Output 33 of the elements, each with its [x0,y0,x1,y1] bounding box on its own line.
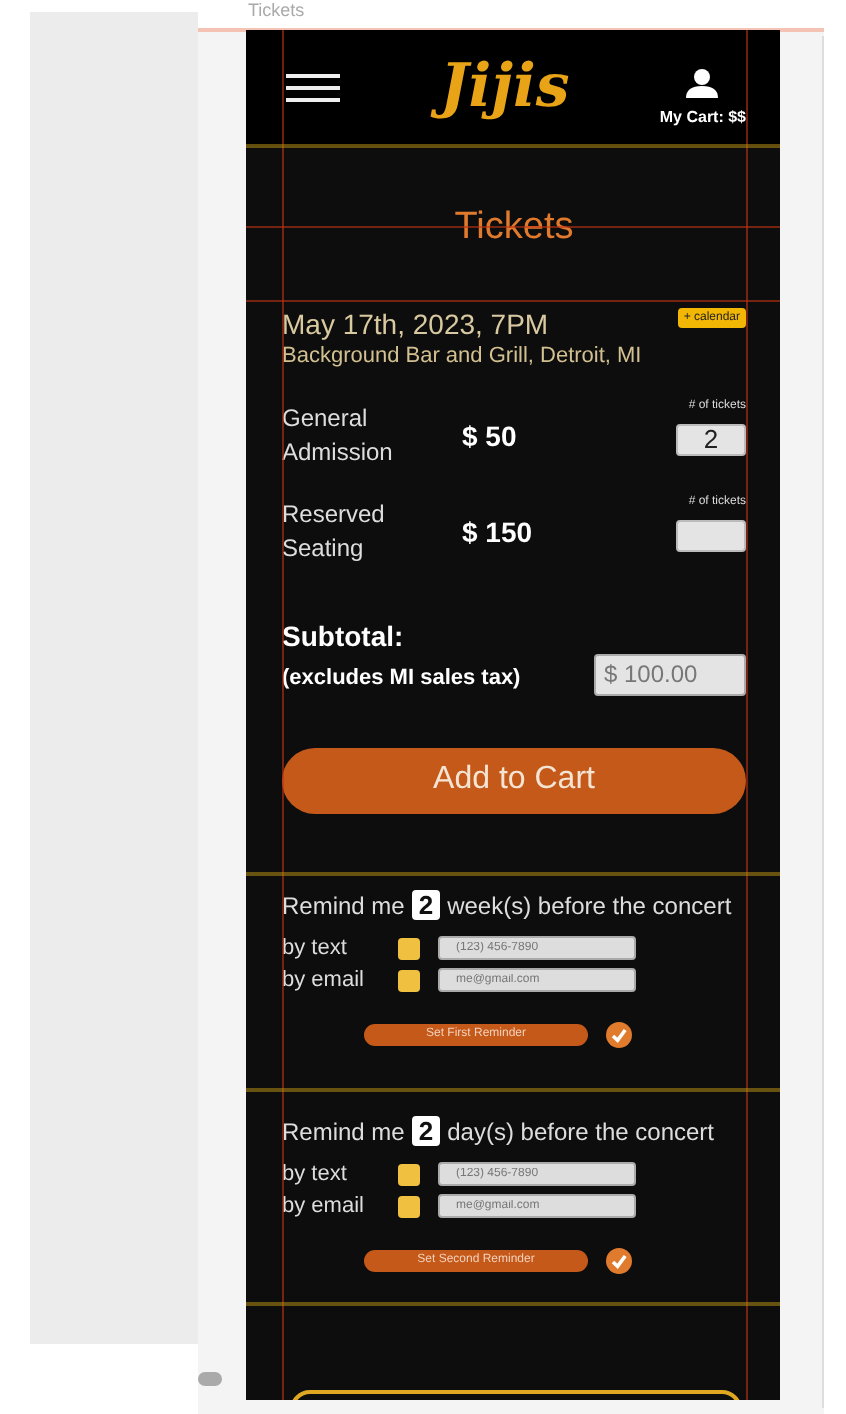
channel-label: by text [282,933,349,963]
channel-label: by email [282,965,366,995]
ticket-price: $ 50 [462,417,519,455]
reminder-text: Remind me [282,1115,405,1149]
tax-note: (excludes MI sales tax) [282,664,521,694]
add-to-cart-button[interactable]: Add to Cart [282,747,746,813]
checkbox[interactable] [398,937,420,959]
page-title: Tickets [452,206,576,252]
reminder-count-field[interactable]: 2 [412,1116,440,1146]
menu-icon[interactable] [286,74,340,102]
reminder-text: week(s) before the concert [447,889,732,923]
scroll-handle[interactable] [198,1372,222,1386]
checkbox[interactable] [398,969,420,991]
reminder-text: day(s) before the concert [447,1115,714,1149]
ticket-type: General Admission [282,402,395,470]
checkbox[interactable] [398,1163,420,1185]
reminder-count-field[interactable]: 2 [412,890,440,920]
user-icon[interactable] [686,67,719,97]
channel-label: by text [282,1159,349,1189]
logo[interactable]: Jijis [432,48,578,128]
reminder-text: Remind me [282,889,405,923]
event-venue: Background Bar and Grill, Detroit, MI [282,342,644,370]
cart-total[interactable]: My Cart: $$ [659,105,746,129]
quantity-field[interactable]: 2 [676,423,746,455]
checkbox[interactable] [398,1195,420,1217]
quantity-field[interactable] [676,519,746,551]
ticket-type: Reserved Seating [282,498,387,566]
ticket-price: $ 150 [462,513,535,551]
frame-label: Tickets [248,0,305,22]
subtotal-label: Subtotal: [282,618,406,654]
event-date: May 17th, 2023, 7PM [282,308,549,342]
subtotal-field: $ 100.00 [594,653,746,695]
channel-label: by email [282,1191,366,1221]
